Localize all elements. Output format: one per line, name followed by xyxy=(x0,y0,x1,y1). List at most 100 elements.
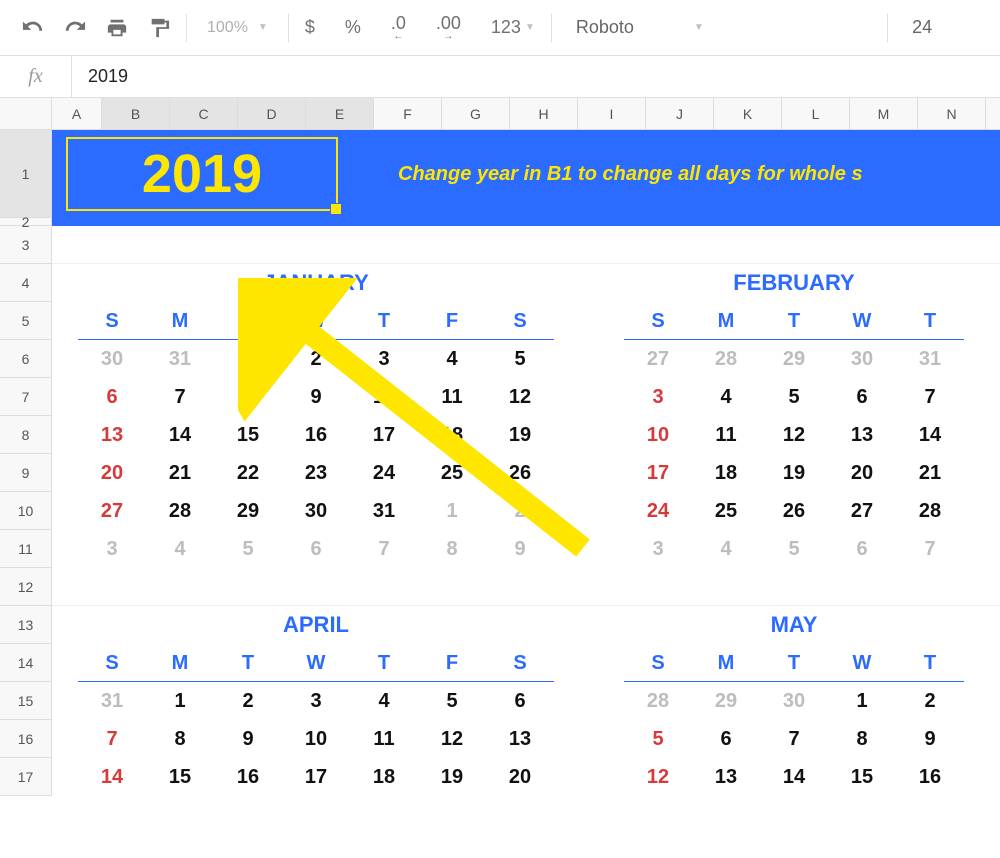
calendar-day[interactable]: 5 xyxy=(760,378,828,416)
print-button[interactable] xyxy=(96,0,138,56)
calendar-day[interactable]: 8 xyxy=(146,720,214,758)
calendar-day[interactable]: 5 xyxy=(418,682,486,720)
calendar-day[interactable]: 30 xyxy=(78,340,146,378)
calendar-day[interactable]: 16 xyxy=(214,758,282,796)
calendar-day[interactable]: 4 xyxy=(692,378,760,416)
calendar-day[interactable]: 18 xyxy=(350,758,418,796)
row-header-17[interactable]: 17 xyxy=(0,758,51,796)
calendar-day[interactable]: 14 xyxy=(896,416,964,454)
calendar-day[interactable]: 9 xyxy=(214,720,282,758)
calendar-day[interactable]: 28 xyxy=(146,492,214,530)
calendar-day[interactable]: 29 xyxy=(760,340,828,378)
row-header-5[interactable]: 5 xyxy=(0,302,51,340)
calendar-day[interactable]: 20 xyxy=(828,454,896,492)
calendar-day[interactable]: 22 xyxy=(214,454,282,492)
column-header-H[interactable]: H xyxy=(510,98,578,129)
calendar-day[interactable]: 10 xyxy=(350,378,418,416)
calendar-day[interactable]: 4 xyxy=(146,530,214,568)
column-header-D[interactable]: D xyxy=(238,98,306,129)
calendar-day[interactable]: 1 xyxy=(828,682,896,720)
calendar-day[interactable]: 4 xyxy=(692,530,760,568)
column-header-M[interactable]: M xyxy=(850,98,918,129)
calendar-day[interactable]: 6 xyxy=(692,720,760,758)
calendar-day[interactable]: 21 xyxy=(146,454,214,492)
calendar-day[interactable]: 18 xyxy=(418,416,486,454)
row-header-13[interactable]: 13 xyxy=(0,606,51,644)
row-header-15[interactable]: 15 xyxy=(0,682,51,720)
percent-button[interactable]: % xyxy=(339,17,367,38)
calendar-day[interactable]: 9 xyxy=(896,720,964,758)
calendar-day[interactable]: 16 xyxy=(896,758,964,796)
font-size-dropdown[interactable]: 24 ▼ xyxy=(894,17,988,38)
column-header-C[interactable]: C xyxy=(170,98,238,129)
calendar-day[interactable]: 9 xyxy=(486,530,554,568)
calendar-day[interactable]: 4 xyxy=(350,682,418,720)
column-header-K[interactable]: K xyxy=(714,98,782,129)
calendar-day[interactable]: 6 xyxy=(828,530,896,568)
calendar-day[interactable]: 5 xyxy=(214,530,282,568)
calendar-day[interactable]: 26 xyxy=(760,492,828,530)
calendar-day[interactable]: 2 xyxy=(896,682,964,720)
row-header-11[interactable]: 11 xyxy=(0,530,51,568)
calendar-day[interactable]: 13 xyxy=(78,416,146,454)
calendar-day[interactable]: 27 xyxy=(828,492,896,530)
calendar-day[interactable]: 2 xyxy=(214,682,282,720)
calendar-day[interactable]: 27 xyxy=(78,492,146,530)
calendar-day[interactable]: 19 xyxy=(418,758,486,796)
calendar-day[interactable]: 5 xyxy=(486,340,554,378)
calendar-day[interactable]: 19 xyxy=(760,454,828,492)
year-cell[interactable]: 2019 xyxy=(66,137,338,211)
calendar-day[interactable]: 10 xyxy=(624,416,692,454)
calendar-day[interactable]: 5 xyxy=(760,530,828,568)
calendar-day[interactable]: 18 xyxy=(692,454,760,492)
column-header-G[interactable]: G xyxy=(442,98,510,129)
column-header-E[interactable]: E xyxy=(306,98,374,129)
calendar-day[interactable]: 25 xyxy=(418,454,486,492)
calendar-day[interactable]: 14 xyxy=(146,416,214,454)
column-header-I[interactable]: I xyxy=(578,98,646,129)
calendar-day[interactable]: 16 xyxy=(282,416,350,454)
calendar-day[interactable]: 28 xyxy=(692,340,760,378)
calendar-day[interactable]: 7 xyxy=(350,530,418,568)
row-header-4[interactable]: 4 xyxy=(0,264,51,302)
font-family-dropdown[interactable]: Roboto ▼ xyxy=(558,17,881,38)
sheet-body[interactable]: 2019Change year in B1 to change all days… xyxy=(52,130,1000,796)
calendar-day[interactable]: 7 xyxy=(146,378,214,416)
column-header-L[interactable]: L xyxy=(782,98,850,129)
calendar-day[interactable]: 12 xyxy=(760,416,828,454)
calendar-day[interactable]: 24 xyxy=(624,492,692,530)
calendar-day[interactable]: 30 xyxy=(760,682,828,720)
column-header-A[interactable]: A xyxy=(52,98,102,129)
calendar-day[interactable]: 31 xyxy=(78,682,146,720)
calendar-day[interactable]: 30 xyxy=(828,340,896,378)
calendar-day[interactable]: 9 xyxy=(282,378,350,416)
calendar-day[interactable]: 28 xyxy=(624,682,692,720)
calendar-day[interactable]: 6 xyxy=(78,378,146,416)
calendar-day[interactable]: 10 xyxy=(282,720,350,758)
calendar-day[interactable]: 15 xyxy=(828,758,896,796)
calendar-day[interactable]: 29 xyxy=(692,682,760,720)
row-header-3[interactable]: 3 xyxy=(0,226,51,264)
calendar-day[interactable]: 13 xyxy=(692,758,760,796)
calendar-day[interactable]: 25 xyxy=(692,492,760,530)
row-header-14[interactable]: 14 xyxy=(0,644,51,682)
calendar-day[interactable]: 7 xyxy=(78,720,146,758)
column-header-J[interactable]: J xyxy=(646,98,714,129)
calendar-day[interactable]: 1 xyxy=(146,682,214,720)
calendar-day[interactable]: 7 xyxy=(896,378,964,416)
calendar-day[interactable]: 4 xyxy=(418,340,486,378)
calendar-day[interactable]: 15 xyxy=(214,416,282,454)
zoom-dropdown[interactable]: 100% ▼ xyxy=(193,19,282,37)
row-header-12[interactable]: 12 xyxy=(0,568,51,606)
calendar-day[interactable]: 20 xyxy=(78,454,146,492)
column-header-N[interactable]: N xyxy=(918,98,986,129)
calendar-day[interactable]: 31 xyxy=(350,492,418,530)
currency-button[interactable]: $ xyxy=(299,17,321,38)
calendar-day[interactable]: 14 xyxy=(760,758,828,796)
calendar-day[interactable]: 31 xyxy=(146,340,214,378)
calendar-day[interactable]: 3 xyxy=(350,340,418,378)
calendar-day[interactable]: 26 xyxy=(486,454,554,492)
calendar-day[interactable]: 12 xyxy=(486,378,554,416)
calendar-day[interactable]: 6 xyxy=(282,530,350,568)
calendar-day[interactable]: 12 xyxy=(624,758,692,796)
